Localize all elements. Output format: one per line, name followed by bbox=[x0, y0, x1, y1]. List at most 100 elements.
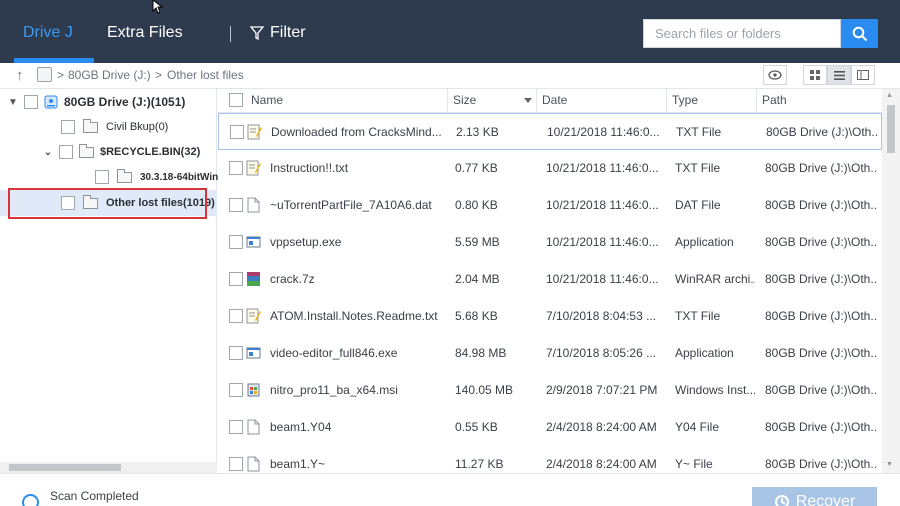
preview-button[interactable] bbox=[763, 65, 787, 85]
file-size: 5.59 MB bbox=[455, 235, 500, 249]
file-type: Application bbox=[675, 235, 734, 249]
row-checkbox[interactable] bbox=[229, 383, 243, 397]
tree-horizontal-scrollbar[interactable] bbox=[0, 462, 217, 473]
column-header-size[interactable]: Size bbox=[453, 93, 476, 107]
file-type: Windows Inst... bbox=[675, 383, 755, 397]
table-row[interactable]: beam1.Y04 0.55 KB 2/4/2018 8:24:00 AM Y04 F… bbox=[218, 409, 882, 446]
tree-checkbox[interactable] bbox=[24, 95, 38, 109]
file-path: 80GB Drive (J:)\Oth... bbox=[765, 161, 877, 175]
tree-item-label: 30.3.18-64bitWin bbox=[140, 171, 219, 183]
grid-view-button[interactable] bbox=[803, 65, 827, 85]
table-row[interactable]: Downloaded from CracksMind... 2.13 KB 10/2… bbox=[218, 113, 882, 150]
file-name: beam1.Y~ bbox=[270, 457, 326, 471]
file-size: 0.55 KB bbox=[455, 420, 498, 434]
tab-extra-files[interactable]: Extra Files bbox=[107, 24, 183, 42]
blank-file-icon bbox=[246, 456, 261, 472]
list-view-button[interactable] bbox=[827, 65, 851, 85]
row-checkbox[interactable] bbox=[229, 161, 243, 175]
column-header-name[interactable]: Name bbox=[251, 93, 283, 107]
detail-view-icon bbox=[857, 70, 869, 80]
row-checkbox[interactable] bbox=[229, 272, 243, 286]
file-date: 10/21/2018 11:46:0... bbox=[546, 161, 659, 175]
scrollbar-thumb[interactable] bbox=[887, 105, 895, 153]
tree-checkbox[interactable] bbox=[61, 120, 75, 134]
tree-item-recycle-bin[interactable]: ⌄ $RECYCLE.BIN(32) bbox=[43, 142, 200, 162]
file-name: Downloaded from CracksMind... bbox=[271, 125, 442, 139]
detail-view-button[interactable] bbox=[851, 65, 875, 85]
table-row[interactable]: video-editor_full846.exe 84.98 MB 7/10/201… bbox=[218, 335, 882, 372]
table-row[interactable]: vppsetup.exe 5.59 MB 10/21/2018 11:46:0...… bbox=[218, 224, 882, 261]
file-path: 80GB Drive (J:)\Oth... bbox=[765, 457, 877, 471]
table-row[interactable]: Instruction!!.txt 0.77 KB 10/21/2018 11:46… bbox=[218, 150, 882, 187]
breadcrumb-item-drive[interactable]: 80GB Drive (J:) bbox=[68, 68, 151, 82]
column-header-date[interactable]: Date bbox=[542, 93, 567, 107]
tab-drive-j[interactable]: Drive J bbox=[23, 24, 73, 42]
exe-file-icon bbox=[246, 234, 261, 250]
list-vertical-scrollbar[interactable]: ▲ ▼ bbox=[882, 89, 900, 473]
tree-item-subfolder[interactable]: 30.3.18-64bitWin bbox=[95, 167, 218, 187]
tree-checkbox[interactable] bbox=[95, 170, 109, 184]
file-size: 0.80 KB bbox=[455, 198, 498, 212]
file-name: Instruction!!.txt bbox=[270, 161, 349, 175]
search-input[interactable]: Search files or folders bbox=[643, 19, 841, 48]
file-type: TXT File bbox=[675, 309, 721, 323]
scan-status-text: Scan Completed bbox=[50, 489, 139, 503]
select-all-checkbox[interactable] bbox=[229, 93, 243, 107]
breadcrumb: ↑ > 80GB Drive (J:) > Other lost files bbox=[0, 63, 900, 89]
row-checkbox[interactable] bbox=[229, 346, 243, 360]
file-date: 7/10/2018 8:04:53 ... bbox=[546, 309, 657, 323]
file-date: 10/21/2018 11:46:0... bbox=[546, 198, 659, 212]
file-size: 2.04 MB bbox=[455, 272, 500, 286]
row-checkbox[interactable] bbox=[230, 125, 244, 139]
status-bar: Scan Completed Recover bbox=[0, 473, 900, 506]
column-separator[interactable] bbox=[666, 89, 667, 113]
row-checkbox[interactable] bbox=[229, 235, 243, 249]
tree-item-civil-bkup[interactable]: Civil Bkup(0) bbox=[61, 117, 168, 137]
row-checkbox[interactable] bbox=[229, 198, 243, 212]
file-list: Name Size Date Type Path Downloaded from… bbox=[218, 89, 900, 473]
row-checkbox[interactable] bbox=[229, 309, 243, 323]
file-date: 10/21/2018 11:46:0... bbox=[546, 235, 659, 249]
filter-button[interactable]: Filter bbox=[250, 24, 306, 42]
scroll-down-arrow-icon[interactable]: ▼ bbox=[886, 461, 893, 468]
scrollbar-thumb[interactable] bbox=[9, 464, 121, 471]
table-row[interactable]: nitro_pro11_ba_x64.msi 140.05 MB 2/9/2018 … bbox=[218, 372, 882, 409]
tree-item-root[interactable]: ▼ 80GB Drive (J:)(1051) bbox=[8, 92, 185, 112]
collapse-caret-icon[interactable]: ⌄ bbox=[43, 147, 53, 158]
grid-view-icon bbox=[810, 70, 820, 80]
search-icon bbox=[852, 26, 867, 41]
row-checkbox[interactable] bbox=[229, 420, 243, 434]
recover-button[interactable]: Recover bbox=[752, 487, 877, 506]
scroll-up-arrow-icon[interactable]: ▲ bbox=[886, 92, 893, 99]
file-type: TXT File bbox=[675, 161, 721, 175]
table-row[interactable]: ATOM.Install.Notes.Readme.txt 5.68 KB 7/10… bbox=[218, 298, 882, 335]
file-type: DAT File bbox=[675, 198, 721, 212]
file-list-header: Name Size Date Type Path bbox=[218, 89, 888, 113]
column-header-type[interactable]: Type bbox=[672, 93, 698, 107]
folder-tree: ▼ 80GB Drive (J:)(1051) Civil Bkup(0) ⌄ … bbox=[0, 89, 218, 473]
file-path: 80GB Drive (J:)\Oth... bbox=[765, 383, 877, 397]
search-button[interactable] bbox=[841, 19, 878, 48]
row-checkbox[interactable] bbox=[229, 457, 243, 471]
file-name: crack.7z bbox=[270, 272, 315, 286]
file-size: 11.27 KB bbox=[455, 457, 504, 471]
column-header-path[interactable]: Path bbox=[762, 93, 787, 107]
file-name: vppsetup.exe bbox=[270, 235, 342, 249]
column-separator[interactable] bbox=[447, 89, 448, 113]
file-name: video-editor_full846.exe bbox=[270, 346, 398, 360]
breadcrumb-item-folder[interactable]: Other lost files bbox=[167, 68, 244, 82]
recover-label: Recover bbox=[795, 493, 856, 506]
msi-file-icon bbox=[246, 382, 261, 398]
table-row[interactable]: beam1.Y~ 11.27 KB 2/4/2018 8:24:00 AM Y~ Fi… bbox=[218, 446, 882, 473]
table-row[interactable]: crack.7z 2.04 MB 10/21/2018 11:46:0... WinR… bbox=[218, 261, 882, 298]
collapse-caret-icon[interactable]: ▼ bbox=[8, 97, 18, 108]
tree-checkbox[interactable] bbox=[59, 145, 73, 159]
column-separator[interactable] bbox=[756, 89, 757, 113]
file-name: beam1.Y04 bbox=[270, 420, 332, 434]
file-date: 2/9/2018 7:07:21 PM bbox=[546, 383, 658, 397]
column-separator[interactable] bbox=[536, 89, 537, 113]
up-arrow-icon[interactable]: ↑ bbox=[16, 67, 24, 84]
file-name: nitro_pro11_ba_x64.msi bbox=[270, 383, 398, 397]
table-row[interactable]: ~uTorrentPartFile_7A10A6.dat 0.80 KB 10/21… bbox=[218, 187, 882, 224]
file-size: 5.68 KB bbox=[455, 309, 498, 323]
